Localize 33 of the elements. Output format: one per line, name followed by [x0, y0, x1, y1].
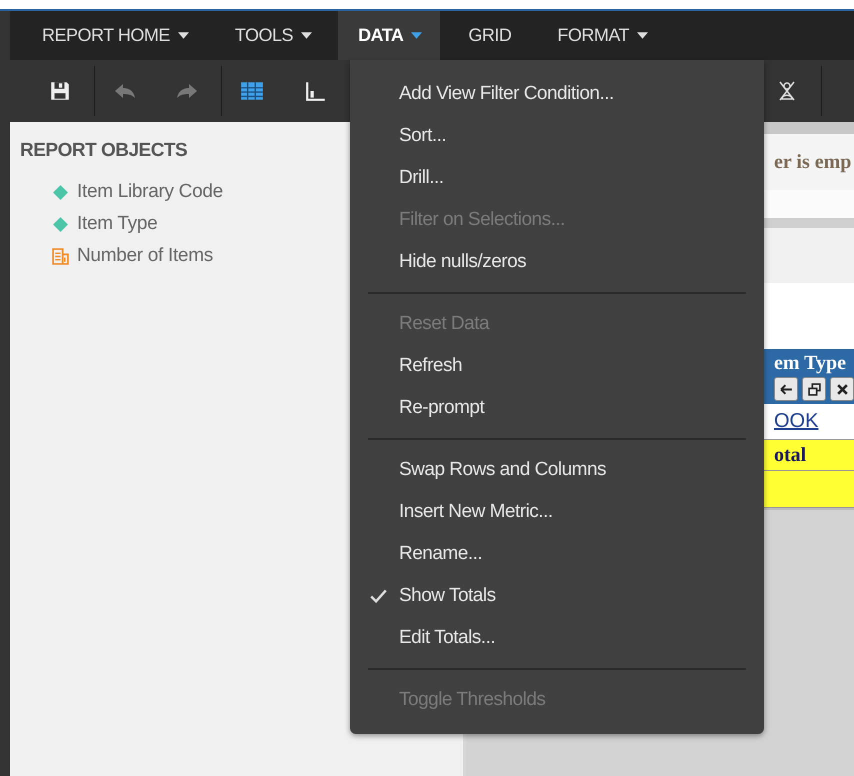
menu-item[interactable]: Edit Totals...	[350, 617, 764, 659]
menu-item[interactable]: Refresh	[350, 345, 764, 387]
diamond-icon	[52, 184, 69, 200]
menu-tab[interactable]: DATA	[338, 11, 440, 60]
menu-tab[interactable]: FORMAT	[547, 11, 658, 60]
panel-title: REPORT OBJECTS	[20, 140, 188, 162]
pivot-button[interactable]	[802, 377, 826, 401]
metric-icon	[52, 248, 69, 264]
menu-item[interactable]: Swap Rows and Columns	[350, 449, 764, 491]
menu-item[interactable]: Drill...	[350, 157, 764, 199]
total-label: otal	[774, 444, 806, 466]
menu-item[interactable]: Show Totals	[350, 575, 764, 617]
diamond-icon	[52, 216, 69, 232]
column-header: em Type	[774, 351, 848, 376]
menu-item[interactable]: Add View Filter Condition...	[350, 73, 764, 115]
remove-button[interactable]	[830, 377, 854, 401]
row-value-link[interactable]: OOK	[774, 410, 818, 433]
prompt-message: er is emp	[774, 150, 852, 174]
menu-item[interactable]: Hide nulls/zeros	[350, 241, 764, 283]
menu-item[interactable]: Insert New Metric...	[350, 491, 764, 533]
menu-item[interactable]: Re-prompt	[350, 387, 764, 429]
menu-item[interactable]: Rename...	[350, 533, 764, 575]
arrow-left-icon	[780, 382, 792, 396]
move-left-button[interactable]	[774, 377, 798, 401]
menu-tab[interactable]: TOOLS	[224, 11, 322, 60]
windows-icon	[808, 382, 820, 396]
menu-item[interactable]: Sort...	[350, 115, 764, 157]
save-icon[interactable]	[48, 80, 72, 102]
graph-icon[interactable]	[304, 80, 328, 102]
menu-tab[interactable]: REPORT HOME	[32, 11, 199, 60]
close-icon	[836, 382, 848, 396]
menu-tab[interactable]: GRID	[458, 11, 522, 60]
grid-icon[interactable]	[240, 80, 264, 102]
